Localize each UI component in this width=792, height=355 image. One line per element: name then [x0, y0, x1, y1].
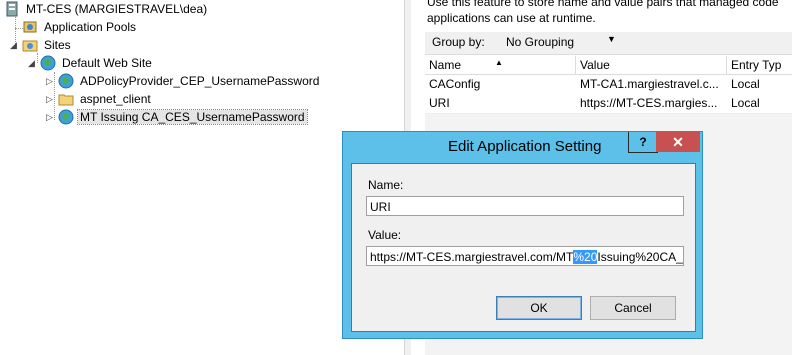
value-text: Issuing%20CA_C — [597, 250, 684, 264]
tree-node-label: Default Web Site — [62, 56, 152, 70]
cell-entry-type: Local — [731, 77, 760, 91]
value-selection: %20 — [573, 250, 598, 264]
tree-node-server[interactable]: MT-CES (MARGIESTRAVEL\dea) — [4, 0, 209, 18]
cell-entry-type: Local — [731, 96, 760, 110]
dialog-title: Edit Application Setting — [448, 138, 602, 155]
name-label: Name: — [368, 178, 404, 192]
value-field[interactable]: https://MT-CES.margiestravel.com/MT%20Is… — [366, 246, 684, 266]
tree-node-app-pools[interactable]: Application Pools — [22, 18, 138, 36]
ok-button[interactable]: OK — [496, 296, 582, 320]
folder-icon — [58, 91, 74, 107]
tree-node-aspnet-client[interactable]: ▷ aspnet_client — [46, 90, 153, 108]
tree-node-label: Application Pools — [44, 20, 137, 34]
cell-name: URI — [429, 96, 450, 110]
cell-name: CAConfig — [429, 77, 481, 91]
column-header-entry-type[interactable]: Entry Typ — [727, 56, 792, 74]
sort-ascending-icon: ▲ — [495, 58, 503, 67]
collapse-arrow-icon[interactable]: ◢ — [10, 36, 17, 54]
tree-node-adpolicyprovider[interactable]: ▷ ADPolicyProvider_CEP_UsernamePassword — [46, 72, 321, 90]
globe-app-icon — [58, 73, 74, 89]
name-field[interactable]: URI — [366, 196, 684, 216]
globe-icon — [40, 55, 56, 71]
column-header-value[interactable]: Value — [576, 56, 727, 74]
close-button[interactable]: ✕ — [656, 132, 700, 152]
tree-node-label: MT-CES (MARGIESTRAVEL\dea) — [26, 2, 208, 16]
expand-arrow-icon[interactable]: ▷ — [46, 108, 53, 126]
globe-app-icon — [58, 109, 74, 125]
value-label: Value: — [368, 228, 402, 242]
tree-node-label: aspnet_client — [80, 92, 151, 106]
feature-description: Use this feature to store name and value… — [427, 0, 779, 25]
dropdown-arrow-icon[interactable]: ▼ — [607, 34, 616, 44]
server-icon — [4, 1, 20, 17]
grid-header: Name ▲ Value Entry Typ — [425, 56, 792, 75]
dialog-titlebar[interactable]: Edit Application Setting ? ✕ — [343, 132, 702, 162]
sites-folder-icon — [22, 37, 38, 53]
collapse-arrow-icon[interactable]: ◢ — [28, 54, 35, 72]
tree-node-mt-issuing-ca[interactable]: ▷ MT Issuing CA_CES_UsernamePassword — [46, 108, 308, 126]
cell-value: https://MT-CES.margies... — [580, 96, 718, 110]
group-by-select[interactable]: No Grouping — [506, 35, 574, 49]
tree-node-default-site[interactable]: ◢ Default Web Site — [28, 54, 154, 72]
edit-application-setting-dialog: Edit Application Setting ? ✕ Name: URI V… — [342, 131, 703, 339]
group-by-bar: Group by: No Grouping ▼ — [425, 32, 792, 55]
table-row[interactable]: CAConfig MT-CA1.margiestravel.c... Local — [425, 75, 792, 95]
expand-arrow-icon[interactable]: ▷ — [46, 90, 53, 108]
cancel-button[interactable]: Cancel — [590, 296, 676, 320]
dialog-body: Name: URI Value: https://MT-CES.margiest… — [351, 163, 696, 332]
help-button[interactable]: ? — [628, 132, 658, 153]
app-pool-icon — [22, 19, 38, 35]
value-text: https://MT-CES.margiestravel.com/MT — [370, 250, 574, 264]
expand-arrow-icon[interactable]: ▷ — [46, 72, 53, 90]
group-by-label: Group by: — [432, 35, 485, 49]
table-row[interactable]: URI https://MT-CES.margies... Local — [425, 94, 792, 114]
tree-node-sites[interactable]: ◢ Sites — [10, 36, 73, 54]
tree-node-label: ADPolicyProvider_CEP_UsernamePassword — [80, 74, 320, 88]
tree-node-label: MT Issuing CA_CES_UsernamePassword — [77, 109, 308, 125]
cell-value: MT-CA1.margiestravel.c... — [580, 77, 719, 91]
tree-node-label: Sites — [44, 38, 71, 52]
